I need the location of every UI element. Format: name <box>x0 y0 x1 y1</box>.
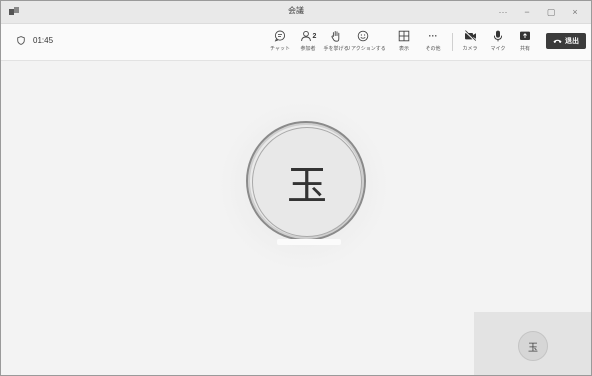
leave-button[interactable]: 退出 <box>546 33 586 49</box>
grid-icon <box>398 30 410 42</box>
close-button[interactable]: × <box>563 4 587 20</box>
share-icon <box>520 31 530 40</box>
meeting-timer: 01:45 <box>17 36 53 45</box>
participant-name-plate <box>277 239 341 245</box>
maximize-button[interactable]: ▢ <box>539 4 563 20</box>
shield-icon <box>17 36 25 45</box>
reactions-label: リアクションする <box>346 46 386 52</box>
main-participant-avatar[interactable]: 玉 <box>246 121 366 241</box>
window-controls: ··· − ▢ × <box>491 4 587 20</box>
hand-icon <box>331 30 340 42</box>
share-button[interactable]: 共有 <box>508 28 542 52</box>
chat-icon <box>274 30 286 42</box>
more-icon: ··· <box>428 31 438 41</box>
meeting-window: 会議 ··· − ▢ × 01:45 チャット 2 参加者 手を挙げる リアクシ… <box>0 0 592 376</box>
main-avatar-initial: 玉 <box>252 127 362 237</box>
meeting-toolbar: 01:45 チャット 2 参加者 手を挙げる リアクションする 表示 ··· そ… <box>1 24 591 61</box>
self-avatar: 玉 <box>518 331 548 361</box>
more-window-button[interactable]: ··· <box>491 4 515 20</box>
more-label: その他 <box>425 46 441 52</box>
timer-text: 01:45 <box>33 36 54 45</box>
mic-icon <box>493 30 503 42</box>
phone-hangup-icon <box>553 39 562 43</box>
minimize-button[interactable]: − <box>515 4 539 20</box>
participants-count-badge: 2 <box>312 32 317 40</box>
leave-label: 退出 <box>565 38 579 45</box>
video-stage: 玉 玉 <box>1 61 591 375</box>
smiley-icon <box>357 30 369 42</box>
self-video-tile[interactable]: 玉 <box>474 312 591 375</box>
camera-off-icon <box>463 30 476 42</box>
people-icon <box>300 30 311 42</box>
share-label: 共有 <box>519 46 530 52</box>
title-bar: 会議 ··· − ▢ × <box>1 1 591 24</box>
reactions-button[interactable]: リアクションする <box>346 28 386 52</box>
more-button[interactable]: ··· その他 <box>416 28 450 52</box>
